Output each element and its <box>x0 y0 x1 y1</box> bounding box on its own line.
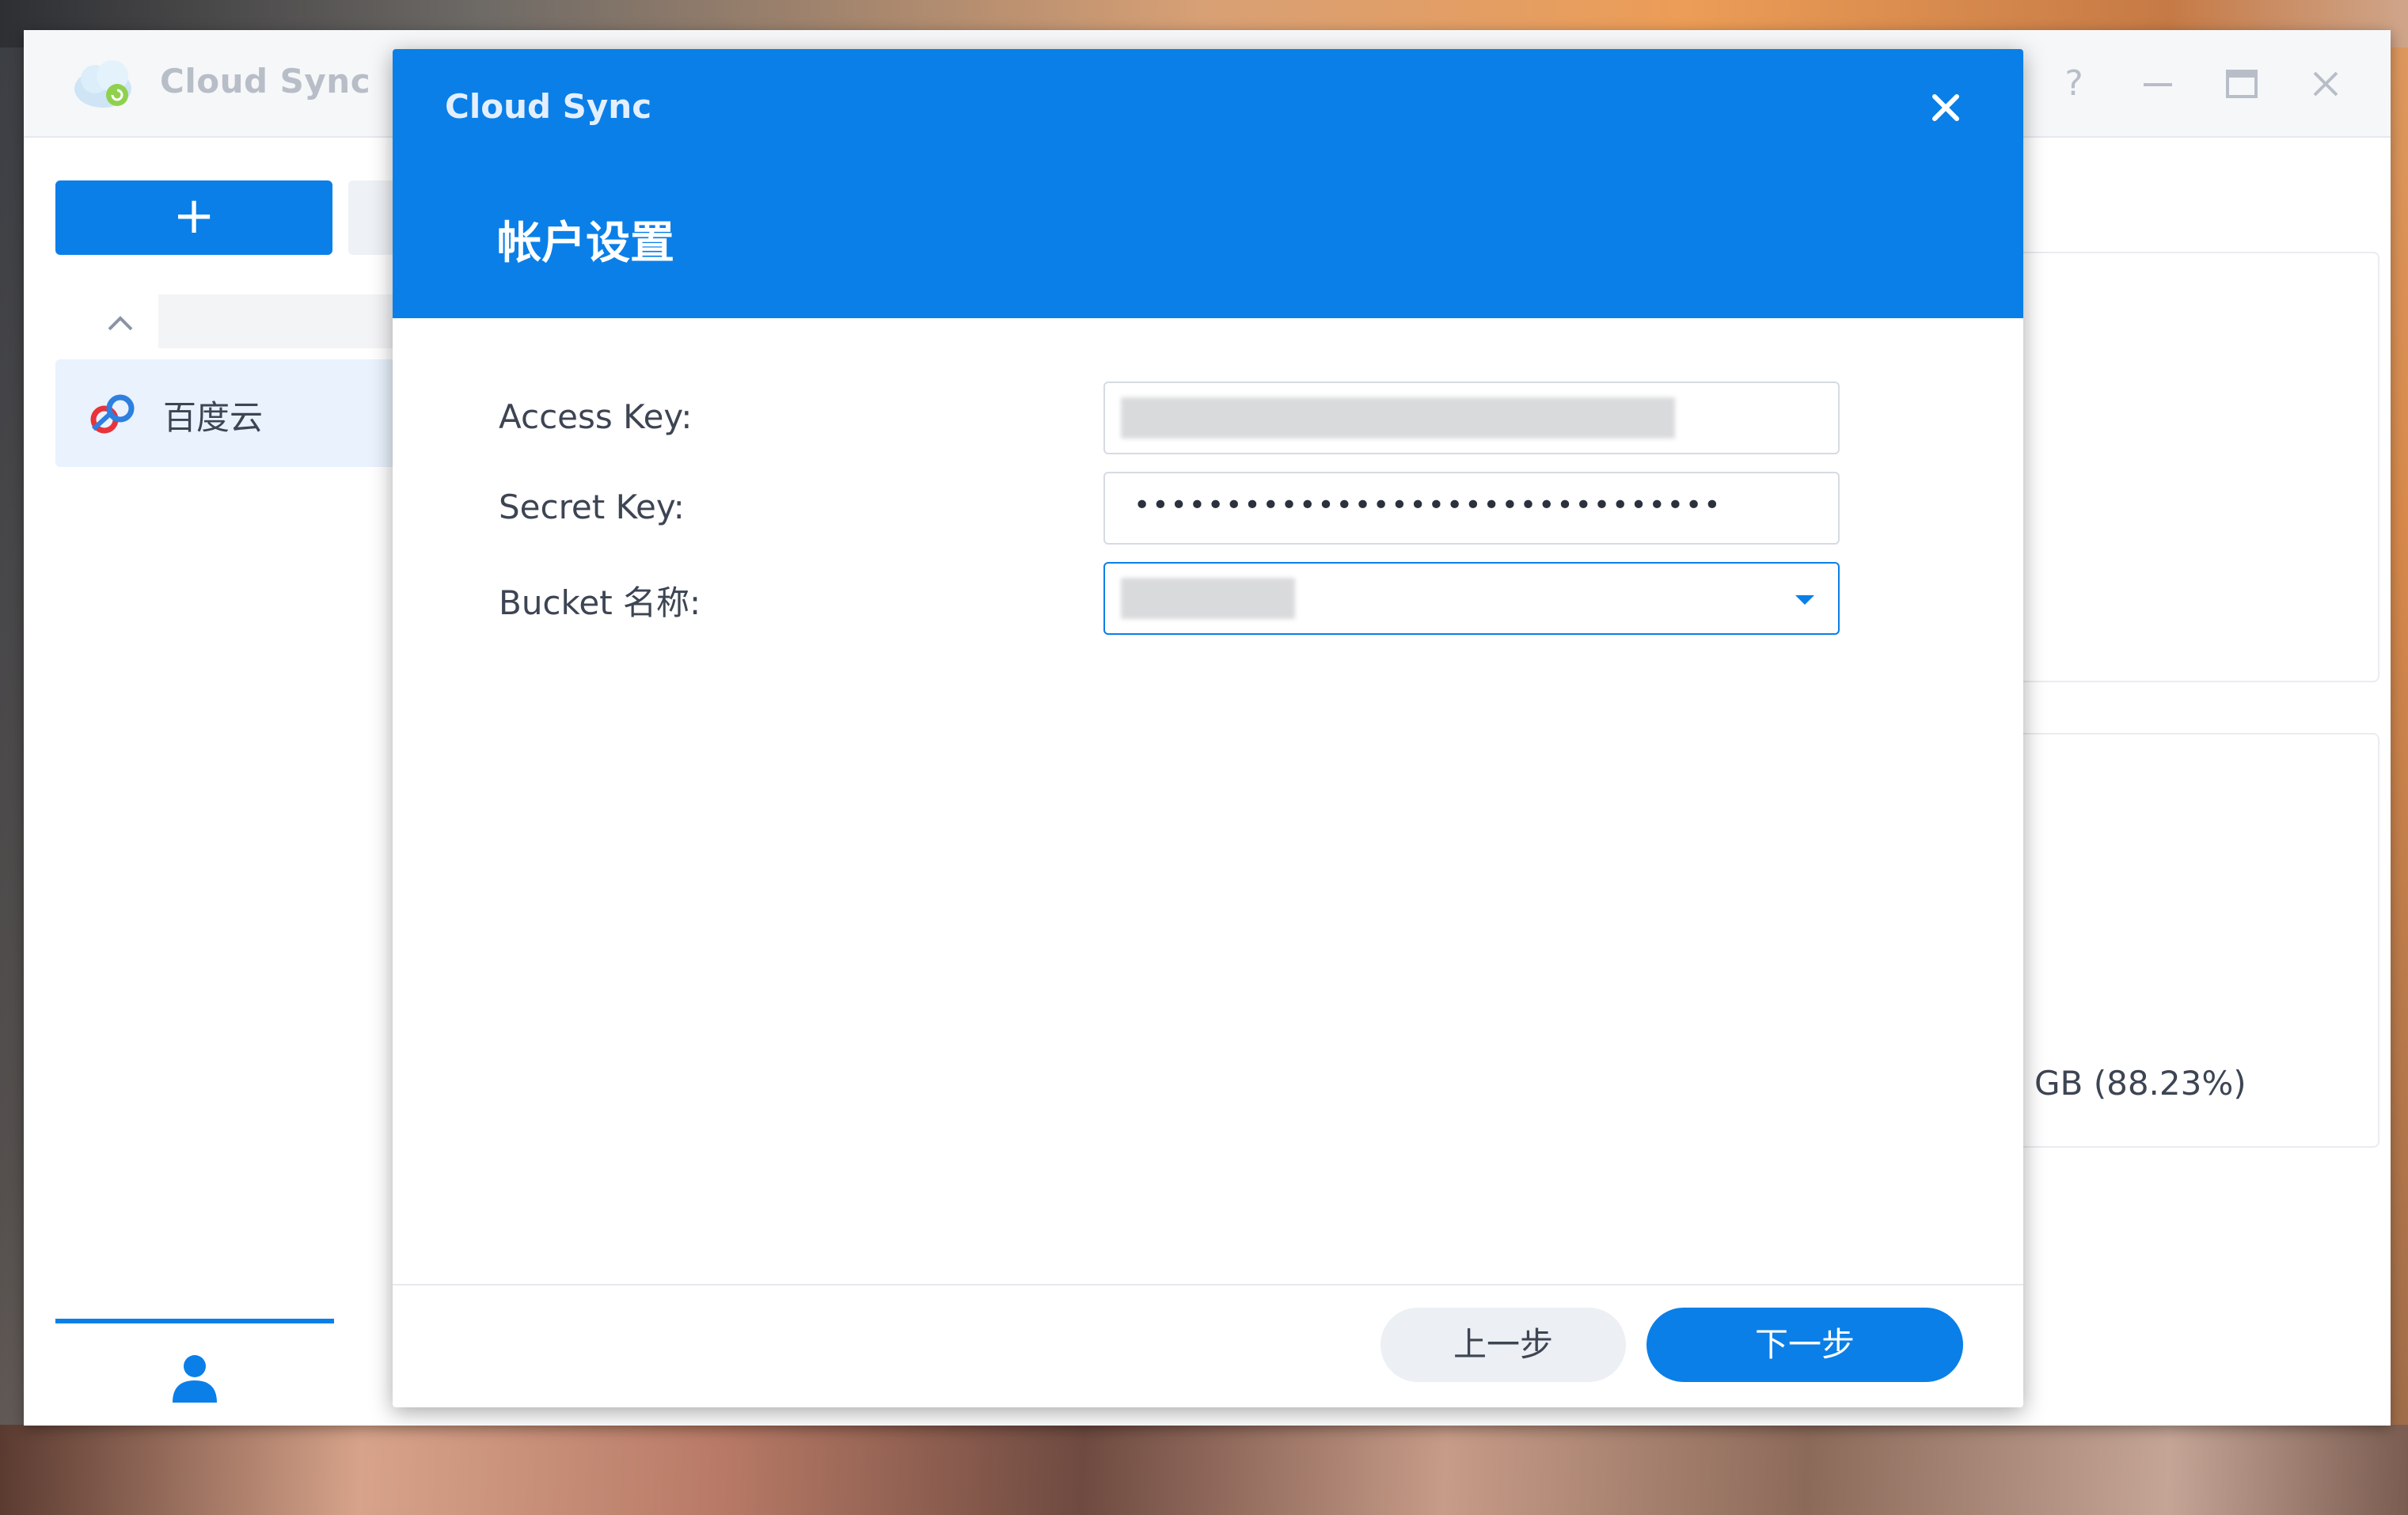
dialog-subtitle: 帐户设置 <box>497 218 674 269</box>
account-settings-dialog: Cloud Sync 帐户设置 Access Key: Secret Key: … <box>393 49 2023 1407</box>
sidebar-item-label: 百度云 <box>163 398 264 437</box>
baidu-cloud-icon <box>90 394 135 434</box>
cloud-sync-app-icon <box>74 60 131 108</box>
secret-key-value: •••••••••••••••••••••••••••••••• <box>1134 489 1722 522</box>
access-key-input[interactable] <box>1103 382 1840 454</box>
sidebar-item-baidu-cloud[interactable]: 百度云 <box>55 359 396 467</box>
secret-key-input[interactable]: •••••••••••••••••••••••••••••••• <box>1103 472 1840 545</box>
access-key-label: Access Key: <box>499 397 693 436</box>
active-tab-indicator <box>55 1319 334 1323</box>
redacted-value <box>1121 578 1295 619</box>
secret-key-label: Secret Key: <box>499 488 685 526</box>
close-icon[interactable] <box>1920 82 1971 133</box>
sidebar-search-field[interactable] <box>158 294 396 348</box>
desktop-wallpaper-bottom <box>0 1425 2408 1515</box>
next-step-button[interactable]: 下一步 <box>1646 1308 1963 1382</box>
maximize-icon[interactable] <box>2218 60 2266 108</box>
minimize-icon[interactable] <box>2134 60 2182 108</box>
bucket-name-select[interactable] <box>1103 562 1840 635</box>
storage-usage-text: GB (88.23%) <box>2034 1064 2247 1103</box>
previous-step-button[interactable]: 上一步 <box>1381 1308 1626 1382</box>
dialog-header: Cloud Sync 帐户设置 <box>393 49 2023 318</box>
add-connection-button[interactable]: + <box>55 180 332 255</box>
chevron-up-icon[interactable] <box>97 299 144 347</box>
window-close-icon[interactable] <box>2302 60 2349 108</box>
toolbar-button[interactable] <box>348 180 396 255</box>
chevron-down-icon[interactable] <box>1792 592 1817 608</box>
bucket-name-label: Bucket 名称: <box>499 583 701 622</box>
help-icon[interactable]: ? <box>2050 60 2098 108</box>
dialog-title: Cloud Sync <box>445 87 652 126</box>
content-panel-top <box>2017 252 2380 682</box>
redacted-value <box>1121 397 1675 439</box>
dialog-footer-divider <box>393 1284 2023 1285</box>
app-title: Cloud Sync <box>160 62 371 101</box>
user-icon[interactable] <box>166 1349 223 1406</box>
